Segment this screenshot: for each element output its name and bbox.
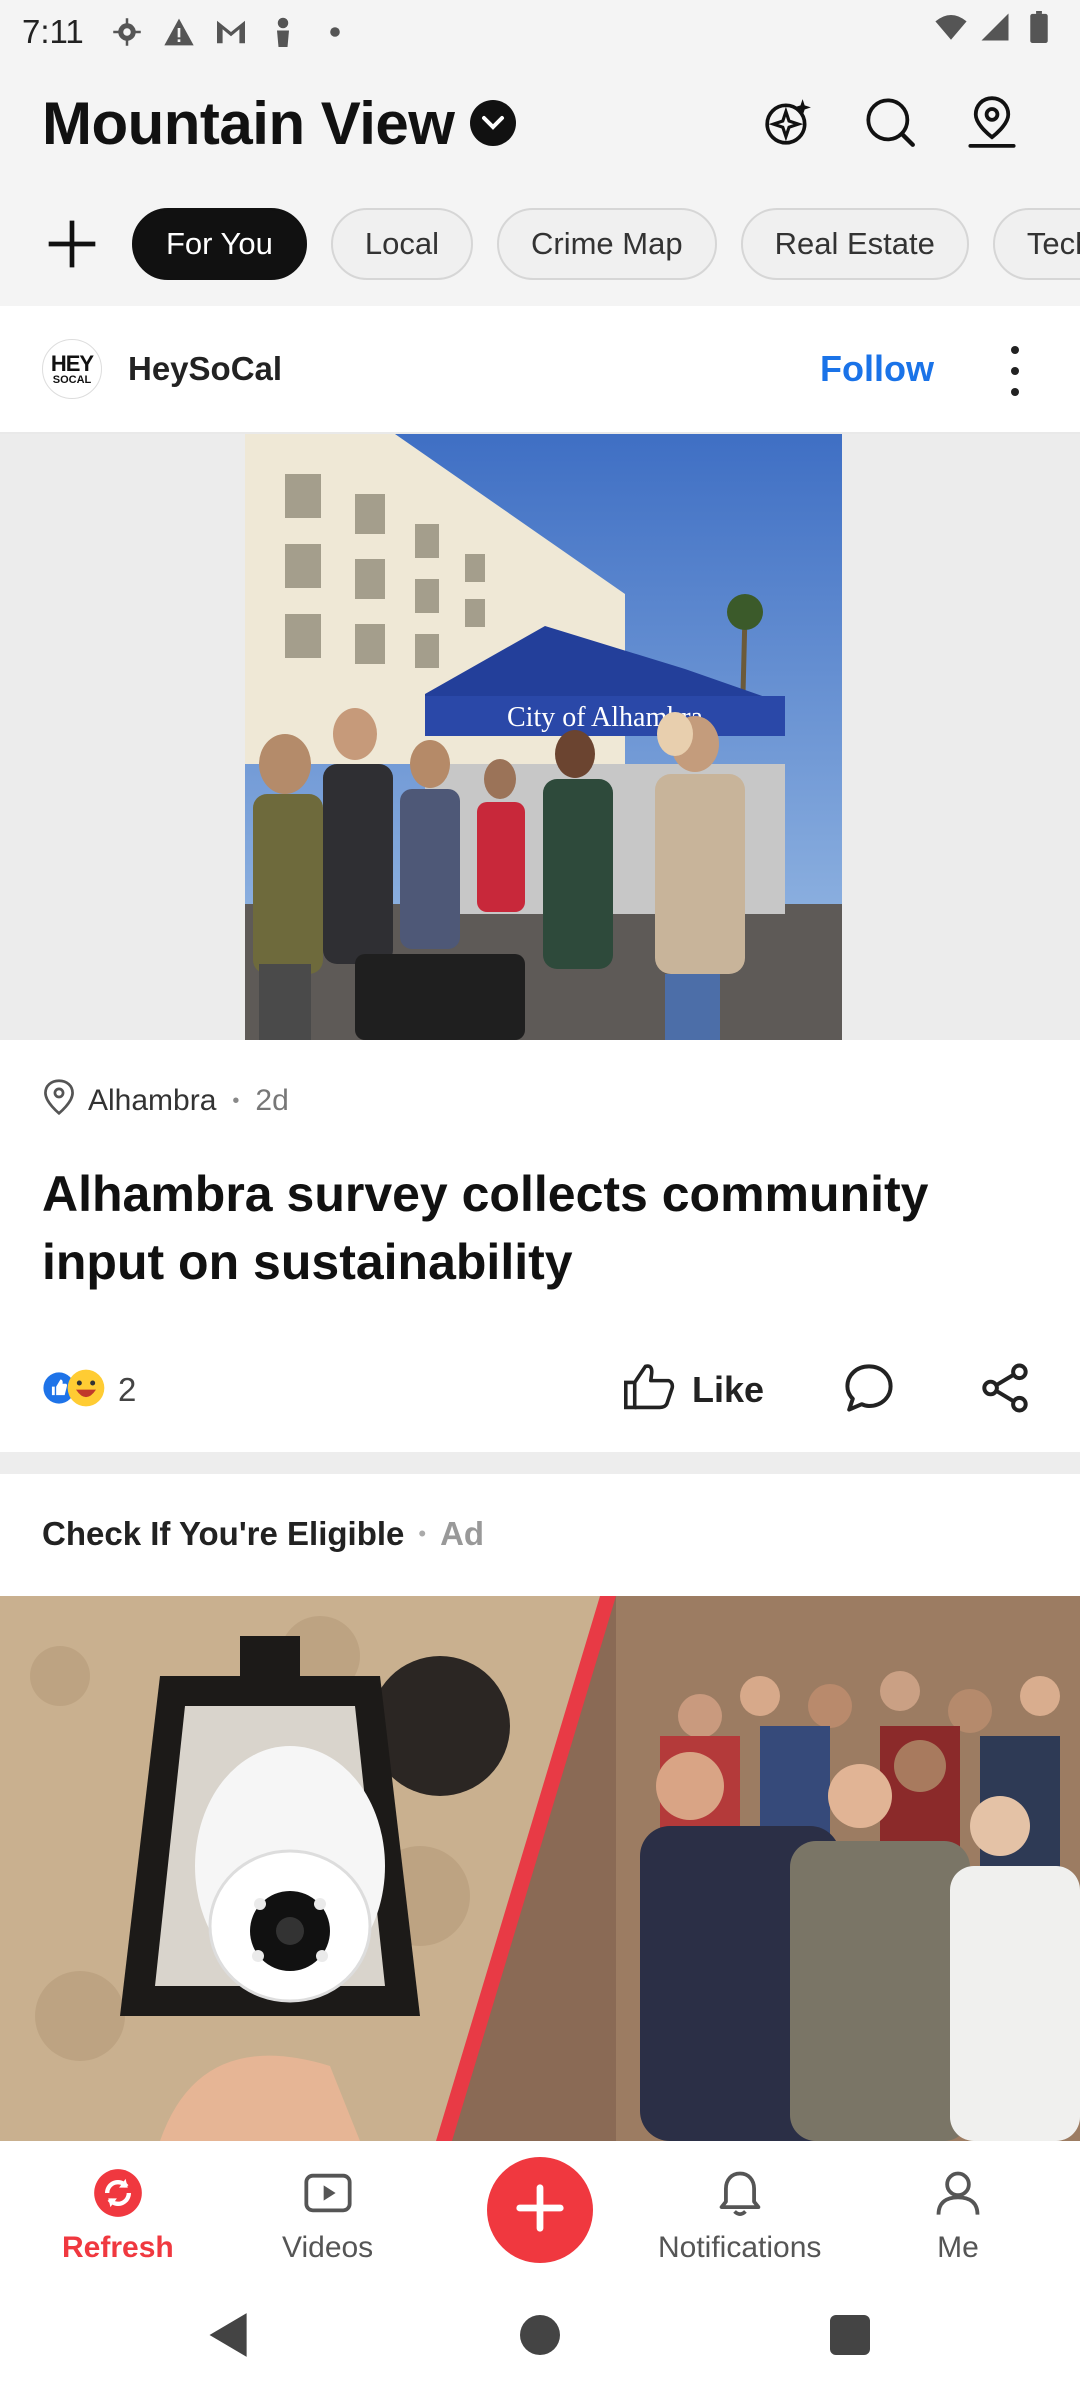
post-image[interactable]: City of Alhambra <box>245 434 842 1040</box>
reaction-count: 2 <box>118 1371 137 1408</box>
nav-videos[interactable]: Videos <box>282 2167 373 2265</box>
status-bar: 7:11 <box>0 0 1080 64</box>
recents-icon[interactable] <box>830 2315 870 2355</box>
ad-title[interactable]: Check If You're Eligible <box>42 1515 404 1553</box>
haha-reaction-icon <box>66 1368 106 1413</box>
warning-icon <box>162 15 196 49</box>
nav-me-label: Me <box>937 2231 979 2264</box>
post-location[interactable]: Alhambra <box>88 1084 216 1118</box>
post-age: 2d <box>255 1084 289 1117</box>
post-header: HEY SOCAL HeySoCal Follow <box>0 306 1080 434</box>
ad-header: Check If You're Eligible • Ad <box>42 1474 484 1594</box>
publisher-avatar[interactable]: HEY SOCAL <box>42 339 102 399</box>
tab-for-you[interactable]: For You <box>132 208 307 280</box>
meta-separator: • <box>232 1089 240 1112</box>
status-time: 7:11 <box>22 13 84 50</box>
like-button[interactable]: Like <box>622 1361 764 1420</box>
chevron-down-icon[interactable] <box>470 100 517 146</box>
refresh-icon <box>92 2167 144 2227</box>
post-image-container[interactable]: City of Alhambra <box>0 434 1080 1040</box>
ad-label: Ad <box>440 1515 485 1552</box>
nav-me[interactable]: Me <box>932 2167 984 2265</box>
bottom-nav: Refresh Videos Notifications Me <box>0 2141 1080 2271</box>
person-icon <box>266 15 300 49</box>
location-pin-icon <box>42 1078 76 1124</box>
app-header: Mountain View <box>0 64 1080 182</box>
tab-crime-map[interactable]: Crime Map <box>496 208 717 280</box>
avatar-text-top: HEY <box>50 350 94 376</box>
battery-icon <box>1022 10 1056 44</box>
thumbs-up-icon <box>622 1361 676 1420</box>
publisher-name[interactable]: HeySoCal <box>128 350 282 388</box>
like-label: Like <box>692 1369 765 1410</box>
ad-separator: • <box>418 1521 427 1546</box>
reactions-summary[interactable]: 2 <box>42 1368 136 1413</box>
signal-icon <box>978 10 1012 44</box>
add-tab-icon[interactable] <box>42 214 102 274</box>
more-options-icon[interactable] <box>1000 346 1030 396</box>
location-title[interactable]: Mountain View <box>42 89 455 158</box>
plus-icon <box>513 2181 567 2240</box>
nav-refresh[interactable]: Refresh <box>62 2167 174 2265</box>
avatar-text-bottom: SOCAL <box>52 373 92 386</box>
create-post-button[interactable] <box>487 2157 593 2263</box>
nav-refresh-label: Refresh <box>62 2231 174 2264</box>
comment-icon[interactable] <box>842 1361 896 1420</box>
ad-image[interactable] <box>0 1596 1080 2141</box>
sparkle-icon[interactable] <box>760 94 816 150</box>
nav-notifications[interactable]: Notifications <box>658 2167 821 2265</box>
bell-icon <box>714 2167 766 2227</box>
dot-icon <box>318 15 352 49</box>
wifi-icon <box>934 10 968 44</box>
nav-notifications-label: Notifications <box>658 2231 822 2264</box>
nav-videos-label: Videos <box>282 2231 374 2264</box>
back-icon[interactable] <box>205 2311 249 2364</box>
post-meta: Alhambra • 2d <box>42 1078 289 1124</box>
profile-location-icon[interactable] <box>964 94 1020 150</box>
post-title[interactable]: Alhambra survey collects community input… <box>42 1160 1042 1296</box>
tab-tech[interactable]: Tech <box>992 208 1080 280</box>
gmail-icon <box>214 15 248 49</box>
reaction-row: 2 Like <box>42 1360 1038 1420</box>
user-icon <box>932 2167 984 2227</box>
system-nav <box>0 2271 1080 2400</box>
category-tabs: For You Local Crime Map Real Estate Tech <box>0 182 1080 306</box>
video-icon <box>302 2167 354 2227</box>
feed-divider <box>0 1452 1080 1474</box>
tab-real-estate[interactable]: Real Estate <box>740 208 969 280</box>
share-icon[interactable] <box>978 1361 1032 1420</box>
search-icon[interactable] <box>862 94 918 150</box>
settings-icon <box>110 15 144 49</box>
home-icon[interactable] <box>520 2315 560 2355</box>
tab-local[interactable]: Local <box>330 208 473 280</box>
follow-button[interactable]: Follow <box>820 348 934 390</box>
